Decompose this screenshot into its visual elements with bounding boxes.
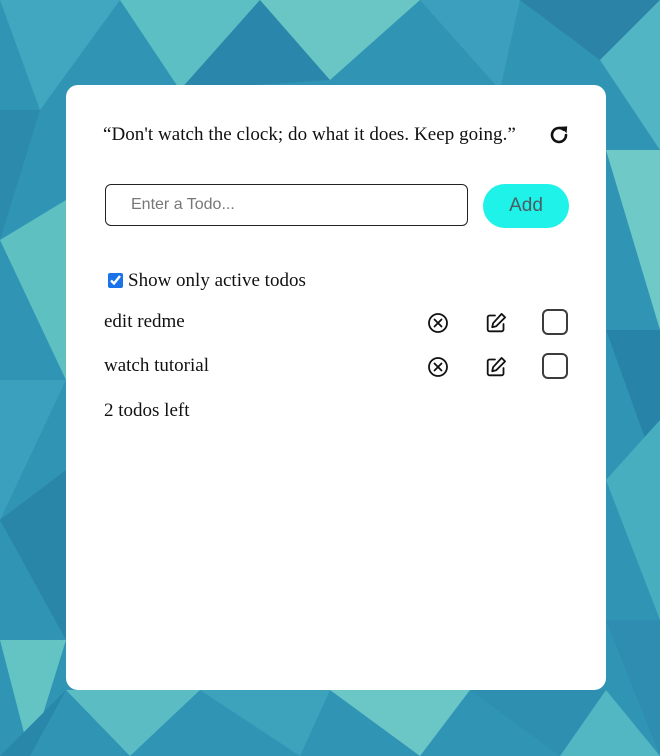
todos-left-count: 2 todos left	[104, 400, 190, 421]
filter-label: Show only active todos	[128, 270, 306, 291]
quote-text: “Don't watch the clock; do what it does.…	[103, 124, 516, 145]
edit-icon[interactable]	[484, 311, 508, 335]
circle-x-icon[interactable]	[426, 311, 450, 335]
active-filter-checkbox[interactable]	[108, 272, 123, 288]
filter-row: Show only active todos	[108, 268, 306, 292]
circle-x-icon[interactable]	[426, 355, 450, 379]
done-checkbox[interactable]	[542, 309, 568, 335]
todo-text: edit redme	[104, 311, 185, 332]
todo-card: “Don't watch the clock; do what it does.…	[66, 85, 606, 690]
quote-row: “Don't watch the clock; do what it does.…	[103, 121, 573, 149]
todo-item: watch tutorial	[103, 352, 573, 382]
todo-input[interactable]	[105, 184, 468, 226]
edit-icon[interactable]	[484, 355, 508, 379]
add-button[interactable]: Add	[483, 184, 569, 228]
refresh-icon[interactable]	[547, 123, 571, 147]
todo-item: edit redme	[103, 308, 573, 338]
done-checkbox[interactable]	[542, 353, 568, 379]
todo-text: watch tutorial	[104, 355, 209, 376]
